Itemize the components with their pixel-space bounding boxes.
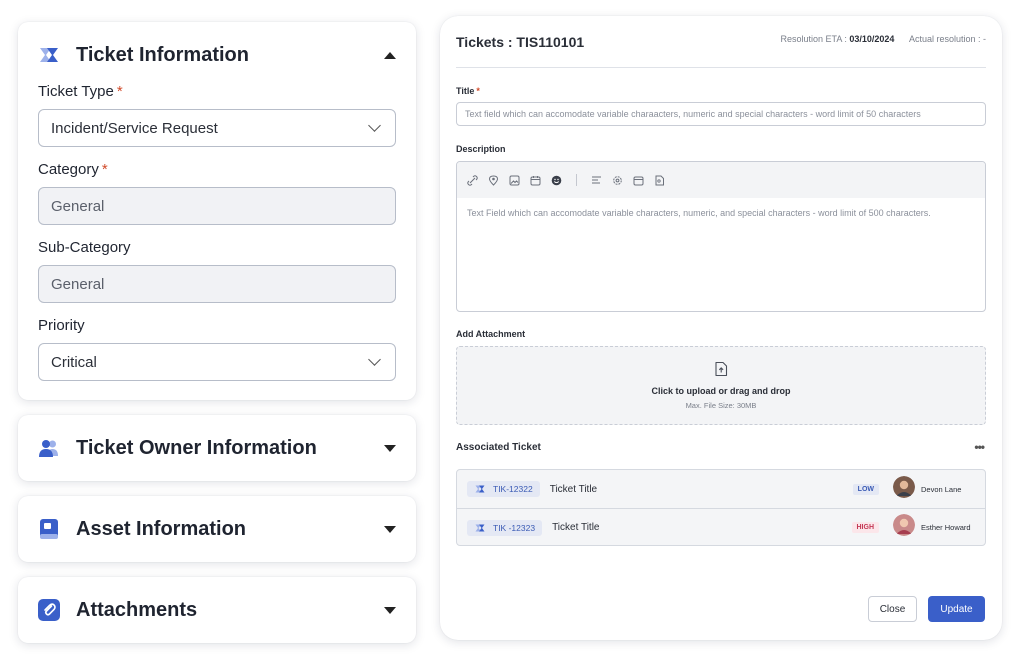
- ticket-owner-information-header[interactable]: Ticket Owner Information: [38, 433, 396, 463]
- location-pin-icon[interactable]: [488, 174, 499, 186]
- more-options-icon[interactable]: •••: [974, 440, 985, 454]
- attachments-card[interactable]: Attachments: [18, 577, 416, 643]
- ticket-id-badge[interactable]: TIK-12322: [467, 481, 540, 497]
- assignee-name: Esther Howard: [921, 523, 971, 532]
- title-label: Title *: [456, 86, 480, 96]
- expand-caret-icon[interactable]: [384, 444, 396, 452]
- required-marker: *: [476, 86, 480, 96]
- title-input-placeholder: Text field which can accomodate variable…: [465, 109, 921, 119]
- attachment-dropzone[interactable]: Click to upload or drag and drop Max. Fi…: [456, 346, 986, 425]
- priority-select[interactable]: Critical: [38, 343, 396, 381]
- header-divider: [456, 67, 986, 68]
- upload-instruction: Click to upload or drag and drop: [651, 386, 791, 396]
- file-image-icon[interactable]: [654, 175, 665, 186]
- ticket-id: TIK-12322: [493, 484, 533, 494]
- ticket-information-title: Ticket Information: [76, 43, 249, 66]
- actual-resolution-label: Actual resolution :: [908, 34, 981, 44]
- upload-icon: [713, 361, 729, 382]
- resolution-eta-value: 03/10/2024: [849, 34, 895, 44]
- calendar-icon[interactable]: [530, 175, 541, 186]
- category-label: Category *: [38, 161, 108, 178]
- associated-ticket-label: Associated Ticket: [456, 442, 541, 453]
- expand-caret-icon[interactable]: [384, 525, 396, 533]
- ticket-id: TIK -12323: [493, 522, 536, 533]
- image-icon[interactable]: [509, 175, 520, 186]
- asset-information-card[interactable]: Asset Information: [18, 496, 416, 562]
- resolution-meta: Resolution ETA : 03/10/2024 Actual resol…: [780, 34, 986, 44]
- ticket-brand-icon: [474, 523, 486, 533]
- expand-caret-icon[interactable]: [384, 606, 396, 614]
- priority-badge: LOW: [852, 483, 879, 495]
- priority-label: Priority: [38, 317, 85, 334]
- ticket-owner-information-title: Ticket Owner Information: [76, 436, 317, 459]
- paperclip-icon: [38, 599, 60, 621]
- ticket-owner-information-card[interactable]: Ticket Owner Information: [18, 415, 416, 481]
- ticket-information-header[interactable]: Ticket Information: [38, 40, 396, 70]
- collapse-caret-icon[interactable]: [384, 51, 396, 59]
- align-left-icon[interactable]: [591, 175, 602, 186]
- asset-book-icon: [38, 518, 60, 540]
- associated-ticket-row[interactable]: TIK -12323 Ticket Title HIGH Esther Howa…: [457, 508, 985, 545]
- ticket-title: Ticket Title: [552, 522, 600, 533]
- required-marker: *: [101, 161, 108, 178]
- actual-resolution-value: -: [983, 34, 986, 44]
- ticket-form-panel: Tickets : TIS110101 Resolution ETA : 03/…: [440, 16, 1002, 640]
- avatar: [893, 475, 921, 503]
- chevron-down-icon: [368, 119, 381, 132]
- required-marker: *: [116, 83, 123, 100]
- emoji-icon[interactable]: [551, 175, 562, 186]
- ticket-information-card: Ticket Information Ticket Type * Incident…: [18, 22, 416, 400]
- asset-information-header[interactable]: Asset Information: [38, 514, 396, 544]
- assignee-name: Devon Lane: [921, 484, 962, 494]
- asset-information-title: Asset Information: [76, 517, 247, 540]
- editor-toolbar: [457, 162, 985, 198]
- category-field: General: [38, 187, 396, 225]
- description-placeholder: Text Field which can accomodate variable…: [467, 208, 931, 218]
- chevron-down-icon: [368, 353, 381, 366]
- toolbar-separator: [576, 174, 577, 186]
- calendar-alt-icon[interactable]: [633, 175, 644, 186]
- upload-size-limit: Max. File Size: 30MB: [685, 401, 757, 410]
- ticket-title: Ticket Title: [549, 483, 598, 495]
- sub-category-field: General: [38, 265, 396, 303]
- description-editor[interactable]: Text Field which can accomodate variable…: [456, 161, 986, 312]
- attachments-title: Attachments: [76, 598, 198, 621]
- ticket-brand-icon: [38, 44, 60, 66]
- link-icon[interactable]: [467, 174, 478, 186]
- ticket-form-title: Tickets : TIS110101: [456, 34, 585, 50]
- sub-category-label: Sub-Category: [38, 239, 131, 256]
- attachments-header[interactable]: Attachments: [38, 595, 396, 625]
- ticket-id-badge[interactable]: TIK -12323: [467, 519, 543, 536]
- settings-icon[interactable]: [612, 175, 623, 186]
- avatar: [893, 514, 921, 541]
- description-label: Description: [456, 144, 506, 154]
- resolution-eta-label: Resolution ETA :: [780, 34, 847, 44]
- ticket-brand-icon: [474, 484, 486, 494]
- title-input[interactable]: Text field which can accomodate variable…: [456, 102, 986, 126]
- priority-badge: HIGH: [851, 522, 879, 533]
- associated-ticket-list: TIK-12322 Ticket Title LOW Devon Lane TI…: [456, 469, 986, 546]
- add-attachment-label: Add Attachment: [456, 329, 526, 339]
- associated-ticket-row[interactable]: TIK-12322 Ticket Title LOW Devon Lane: [457, 470, 985, 508]
- ticket-type-label: Ticket Type *: [38, 83, 123, 100]
- update-button[interactable]: Update: [928, 596, 985, 622]
- ticket-type-select[interactable]: Incident/Service Request: [38, 109, 396, 147]
- users-icon: [38, 437, 60, 459]
- close-button[interactable]: Close: [868, 596, 917, 622]
